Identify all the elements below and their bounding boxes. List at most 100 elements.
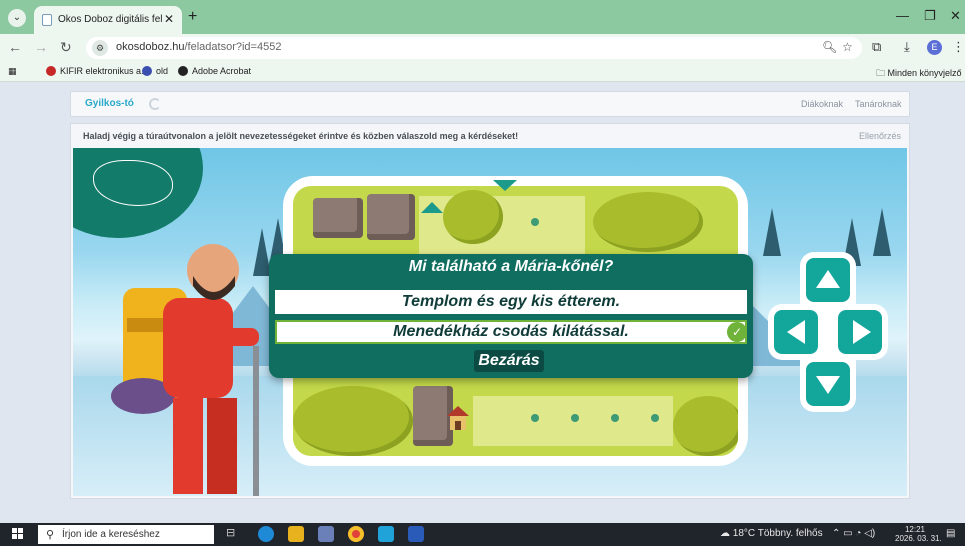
minimize-icon[interactable]: —: [896, 8, 909, 23]
apps-grid-icon[interactable]: ▦: [8, 66, 17, 77]
nav-students-link[interactable]: Diákoknak: [801, 99, 843, 109]
shield-favicon-icon: [142, 66, 152, 76]
pine-tree: [873, 208, 891, 256]
arrow-up-icon: [816, 270, 840, 288]
browser-menu-icon[interactable]: ⋮: [952, 39, 965, 55]
clock[interactable]: 12:21 2026. 03. 31.: [895, 525, 942, 543]
download-icon[interactable]: ⤓: [904, 39, 910, 55]
tab-title: Okos Doboz digitális feladatgyű: [58, 14, 162, 25]
notifications-icon[interactable]: ▤: [946, 528, 955, 539]
check-button[interactable]: Ellenőrzés: [859, 131, 901, 141]
browser-tab-active[interactable]: Okos Doboz digitális feladatgyű ✕: [34, 6, 182, 34]
browser-nav-bar: ← → ↻ ⚙ okosdoboz.hu/feladatsor?id=4552 …: [0, 34, 965, 62]
forward-arrow-icon[interactable]: →: [34, 39, 48, 55]
browser-tab-bar: ⌄ Okos Doboz digitális feladatgyű ✕ + — …: [0, 0, 965, 34]
move-down-button[interactable]: [806, 362, 850, 406]
clock-time: 12:21: [904, 525, 926, 534]
task-card: Haladj végig a túraútvonalon a jelölt ne…: [70, 123, 910, 499]
move-up-button[interactable]: [806, 258, 850, 302]
weather-widget[interactable]: ☁ 18°C Többny. felhős: [720, 528, 823, 539]
chrome-icon[interactable]: [348, 526, 364, 542]
windows-taskbar: ⚲ Írjon ide a kereséshez ⊟ ☁ 18°C Többny…: [0, 523, 965, 546]
profile-avatar[interactable]: E: [927, 40, 942, 55]
answer-option-1[interactable]: Templom és egy kis étterem.: [275, 290, 747, 314]
game-area: Mi található a Mária-kőnél? Templom és e…: [73, 148, 907, 496]
bookmark-label: KIFIR elektronikus a...: [60, 66, 149, 76]
arrow-right-icon: [853, 320, 871, 344]
answer-option-2-selected[interactable]: Menedékház csodás kilátással.: [275, 320, 747, 344]
search-placeholder: Írjon ide a kereséshez: [62, 529, 160, 540]
file-explorer-icon[interactable]: [288, 526, 304, 542]
restore-icon[interactable]: ❐: [924, 8, 936, 24]
word-icon[interactable]: [408, 526, 424, 542]
kahoot-app-icon[interactable]: [378, 526, 394, 542]
trail-dot: [571, 414, 579, 422]
close-button[interactable]: Bezárás: [474, 350, 544, 372]
nav-teachers-link[interactable]: Tanároknak: [855, 99, 902, 109]
task-instruction: Haladj végig a túraútvonalon a jelölt ne…: [83, 131, 519, 141]
kifir-favicon-icon: [46, 66, 56, 76]
new-tab-button[interactable]: +: [188, 8, 197, 26]
site-title[interactable]: Gyilkos-tó: [85, 98, 134, 109]
extensions-icon[interactable]: ⧉: [872, 39, 881, 55]
direction-pad: [768, 252, 888, 412]
bookmark-adobe-acrobat[interactable]: Adobe Acrobat: [178, 66, 251, 76]
url-host: okosdoboz.hu: [116, 41, 185, 53]
trail-dot: [531, 414, 539, 422]
region-map-badge: [73, 148, 203, 238]
trail-dot: [651, 414, 659, 422]
hiker-character: [111, 244, 259, 496]
loading-spinner-icon: [149, 98, 161, 110]
url-path: /feladatsor?id=4552: [184, 41, 282, 53]
path-tile: [495, 196, 585, 256]
app-icon[interactable]: [318, 526, 334, 542]
address-bar[interactable]: ⚙ okosdoboz.hu/feladatsor?id=4552 🔍︎ ☆: [86, 37, 862, 59]
bookmark-label: old: [156, 66, 169, 76]
trail-dot: [611, 414, 619, 422]
checkmark-icon: ✓: [727, 322, 747, 342]
system-tray-icons[interactable]: ⌃ ▭ ◔ ◁): [832, 528, 875, 539]
edge-browser-icon[interactable]: [258, 526, 274, 542]
page-content: Gyilkos-tó Diákoknak Tanároknak Haladj v…: [0, 83, 965, 520]
all-bookmarks[interactable]: 🗀 Minden könyvjelző: [876, 66, 962, 82]
tab-close-icon[interactable]: ✕: [164, 12, 174, 26]
board-top-marker-icon: [493, 180, 517, 191]
pine-tree: [763, 208, 781, 256]
arrow-left-icon: [787, 320, 805, 344]
quiz-dialog: Mi található a Mária-kőnél? Templom és e…: [269, 254, 753, 378]
move-up-marker-icon: [421, 202, 443, 213]
bookmark-star-icon[interactable]: ☆: [842, 40, 853, 54]
site-info-icon[interactable]: ⚙: [92, 40, 108, 56]
bookmark-old[interactable]: old: [142, 66, 168, 76]
trail-dot: [531, 218, 539, 226]
bush-tile: [293, 386, 413, 456]
rock-tile: [367, 194, 415, 240]
weather-text: 18°C Többny. felhős: [732, 528, 823, 539]
quiz-question: Mi található a Mária-kőnél?: [408, 258, 614, 275]
taskbar-search-input[interactable]: ⚲ Írjon ide a kereséshez: [38, 525, 214, 544]
address-url: okosdoboz.hu/feladatsor?id=4552: [116, 41, 281, 53]
site-header: Gyilkos-tó Diákoknak Tanároknak: [70, 91, 910, 117]
bush-tile: [673, 396, 738, 456]
zoom-icon[interactable]: 🔍︎: [822, 40, 837, 54]
bush-tile: [593, 192, 703, 252]
page-favicon-icon: [42, 14, 52, 26]
weather-cloud-icon: ☁: [720, 528, 733, 539]
acrobat-favicon-icon: [178, 66, 188, 76]
bush-tile: [443, 190, 503, 244]
clock-date: 2026. 03. 31.: [895, 534, 942, 543]
all-bookmarks-label: Minden könyvjelző: [887, 68, 962, 78]
tab-search-chevron-icon[interactable]: ⌄: [8, 9, 26, 27]
move-right-button[interactable]: [838, 310, 882, 354]
search-icon: ⚲: [46, 529, 55, 541]
back-arrow-icon[interactable]: ←: [8, 39, 22, 55]
bookmarks-bar: ▦ KIFIR elektronikus a... old Adobe Acro…: [0, 62, 965, 82]
folder-icon: 🗀: [876, 68, 888, 78]
rock-tile: [313, 198, 363, 238]
window-close-icon[interactable]: ✕: [950, 8, 961, 24]
move-left-button[interactable]: [774, 310, 818, 354]
bookmark-kifir[interactable]: KIFIR elektronikus a...: [46, 66, 149, 76]
reload-icon[interactable]: ↻: [60, 39, 72, 56]
task-view-icon[interactable]: ⊟: [226, 526, 242, 542]
start-windows-icon[interactable]: [12, 528, 24, 540]
